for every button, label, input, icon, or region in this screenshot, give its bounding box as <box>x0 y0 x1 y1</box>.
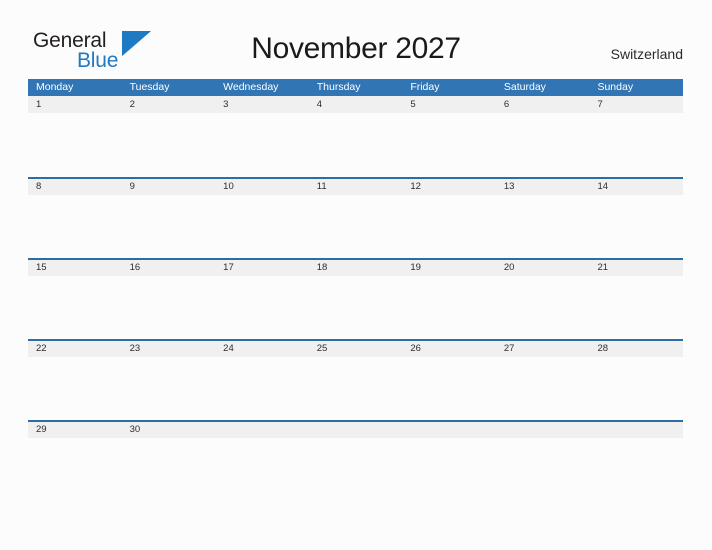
day-number[interactable]: 22 <box>28 341 122 357</box>
week-event-band <box>28 276 683 339</box>
weekday-header-friday: Friday <box>410 81 440 93</box>
day-events[interactable] <box>122 438 216 501</box>
day-events[interactable] <box>309 113 403 176</box>
day-number[interactable]: 13 <box>496 179 590 195</box>
day-number[interactable]: 30 <box>122 422 216 438</box>
day-events[interactable] <box>28 357 122 420</box>
weekday-header-tuesday: Tuesday <box>129 81 170 93</box>
day-number[interactable]: 28 <box>589 341 683 357</box>
page-title: November 2027 <box>251 32 461 65</box>
day-events[interactable] <box>589 438 683 501</box>
day-events[interactable] <box>496 195 590 258</box>
day-number[interactable]: 23 <box>122 341 216 357</box>
day-number[interactable]: 24 <box>215 341 309 357</box>
day-events[interactable] <box>28 113 122 176</box>
weekday-header-thursday: Thursday <box>316 81 361 93</box>
day-events[interactable] <box>496 357 590 420</box>
day-number[interactable]: 29 <box>28 422 122 438</box>
day-events[interactable] <box>402 357 496 420</box>
day-events[interactable] <box>122 276 216 339</box>
day-events[interactable] <box>402 195 496 258</box>
day-events[interactable] <box>122 195 216 258</box>
day-number[interactable] <box>402 422 496 438</box>
day-number[interactable]: 11 <box>309 179 403 195</box>
week-event-band <box>28 438 683 501</box>
week-event-band <box>28 195 683 258</box>
day-number[interactable]: 9 <box>122 179 216 195</box>
day-events[interactable] <box>496 438 590 501</box>
week-row: 1 2 3 4 5 6 7 <box>28 96 683 177</box>
week-row: 22 23 24 25 26 27 28 <box>28 339 683 420</box>
day-number[interactable]: 7 <box>589 97 683 113</box>
day-number[interactable]: 27 <box>496 341 590 357</box>
day-events[interactable] <box>309 438 403 501</box>
calendar-page: General Blue November 2027 Switzerland M… <box>0 0 712 550</box>
page-header: General Blue November 2027 Switzerland <box>0 0 712 76</box>
day-events[interactable] <box>309 195 403 258</box>
day-number[interactable] <box>496 422 590 438</box>
region-label: Switzerland <box>610 46 683 62</box>
week-date-band: 8 9 10 11 12 13 14 <box>28 177 683 195</box>
day-number[interactable]: 16 <box>122 260 216 276</box>
week-date-band: 15 16 17 18 19 20 21 <box>28 258 683 276</box>
week-row: 8 9 10 11 12 13 14 <box>28 177 683 258</box>
day-events[interactable] <box>496 113 590 176</box>
day-events[interactable] <box>309 276 403 339</box>
week-event-band <box>28 113 683 176</box>
day-events[interactable] <box>122 357 216 420</box>
day-number[interactable]: 10 <box>215 179 309 195</box>
day-events[interactable] <box>215 195 309 258</box>
day-number[interactable]: 5 <box>402 97 496 113</box>
day-events[interactable] <box>215 438 309 501</box>
day-events[interactable] <box>402 438 496 501</box>
day-number[interactable]: 8 <box>28 179 122 195</box>
weekday-header-wednesday: Wednesday <box>223 81 279 93</box>
day-number[interactable]: 20 <box>496 260 590 276</box>
day-number[interactable] <box>215 422 309 438</box>
day-events[interactable] <box>402 276 496 339</box>
day-number[interactable]: 26 <box>402 341 496 357</box>
day-events[interactable] <box>215 276 309 339</box>
week-date-band: 29 30 <box>28 420 683 438</box>
day-events[interactable] <box>589 113 683 176</box>
day-number[interactable]: 14 <box>589 179 683 195</box>
day-number[interactable]: 21 <box>589 260 683 276</box>
day-events[interactable] <box>402 113 496 176</box>
calendar-grid: Monday Tuesday Wednesday Thursday Friday… <box>28 79 683 501</box>
week-date-band: 22 23 24 25 26 27 28 <box>28 339 683 357</box>
weekday-header-saturday: Saturday <box>503 81 546 93</box>
day-events[interactable] <box>496 276 590 339</box>
day-number[interactable]: 15 <box>28 260 122 276</box>
day-number[interactable]: 4 <box>309 97 403 113</box>
day-events[interactable] <box>589 276 683 339</box>
day-events[interactable] <box>28 276 122 339</box>
week-event-band <box>28 357 683 420</box>
day-events[interactable] <box>215 357 309 420</box>
week-date-band: 1 2 3 4 5 6 7 <box>28 96 683 113</box>
day-events[interactable] <box>589 195 683 258</box>
day-number[interactable]: 17 <box>215 260 309 276</box>
week-row: 15 16 17 18 19 20 21 <box>28 258 683 339</box>
day-number[interactable]: 12 <box>402 179 496 195</box>
weekday-header-row: Monday Tuesday Wednesday Thursday Friday… <box>28 79 683 96</box>
day-number[interactable] <box>589 422 683 438</box>
day-events[interactable] <box>215 113 309 176</box>
weekday-header-sunday: Sunday <box>597 81 634 93</box>
day-number[interactable]: 25 <box>309 341 403 357</box>
weekday-header-monday: Monday <box>36 81 74 93</box>
day-number[interactable]: 19 <box>402 260 496 276</box>
day-number[interactable]: 6 <box>496 97 590 113</box>
day-number[interactable]: 18 <box>309 260 403 276</box>
day-number[interactable]: 3 <box>215 97 309 113</box>
day-number[interactable]: 2 <box>122 97 216 113</box>
day-events[interactable] <box>309 357 403 420</box>
day-events[interactable] <box>122 113 216 176</box>
week-row: 29 30 <box>28 420 683 501</box>
day-events[interactable] <box>589 357 683 420</box>
day-events[interactable] <box>28 195 122 258</box>
day-number[interactable]: 1 <box>28 97 122 113</box>
day-events[interactable] <box>28 438 122 501</box>
day-number[interactable] <box>309 422 403 438</box>
